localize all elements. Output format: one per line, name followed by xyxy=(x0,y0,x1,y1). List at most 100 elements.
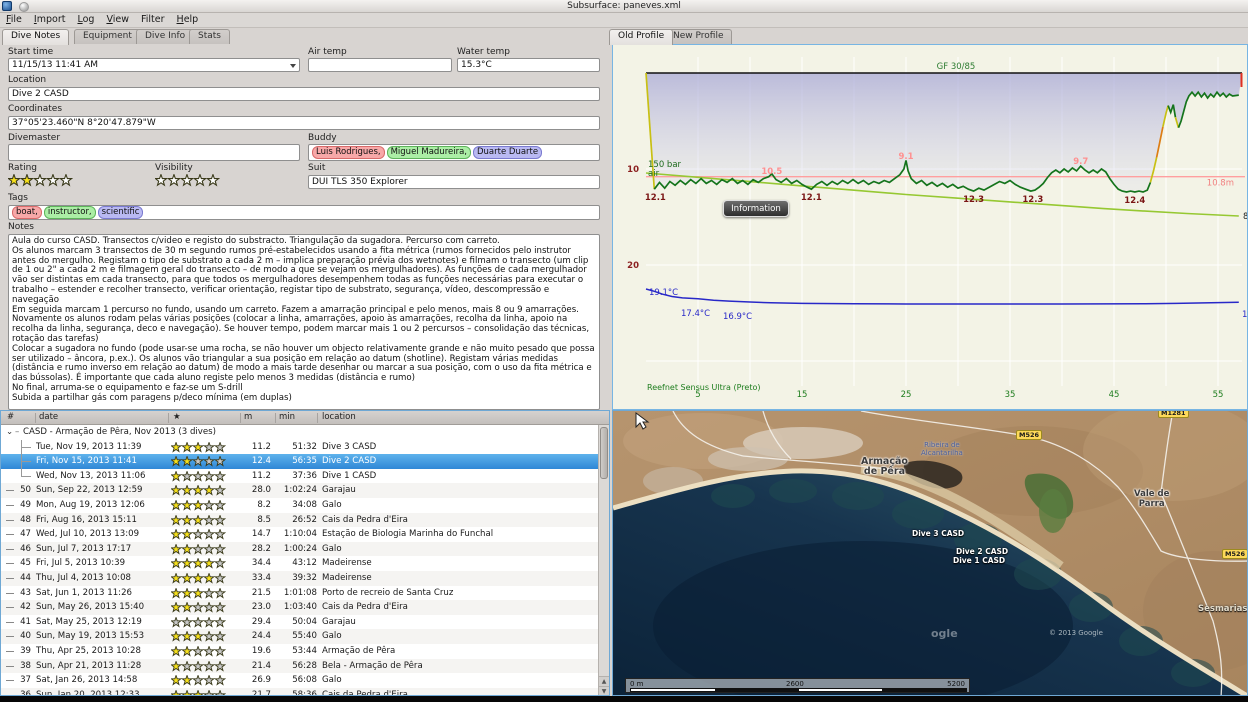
table-row[interactable]: 49Mon, Aug 19, 2013 12:068.234:08Galo xyxy=(1,498,599,513)
tab-dive-info[interactable]: Dive Info xyxy=(136,29,194,44)
column-separator[interactable] xyxy=(35,413,36,423)
dive-date: Sun, Sep 22, 2013 12:59 xyxy=(36,483,143,498)
dive-location: Cais da Pedra d'Eira xyxy=(322,688,408,696)
dive-location: Cais da Pedra d'Eira xyxy=(322,513,408,528)
column-separator[interactable] xyxy=(317,413,318,423)
water-temp-input[interactable]: 15.3°C xyxy=(457,58,600,72)
table-row[interactable]: 46Sun, Jul 7, 2013 17:1728.21:00:24Galo xyxy=(1,542,599,557)
dive-date: Sun, May 19, 2013 15:53 xyxy=(36,629,144,644)
table-row[interactable]: 39Thu, Apr 25, 2013 10:2819.653:44Armaçã… xyxy=(1,644,599,659)
dive-location: Dive 3 CASD xyxy=(322,440,376,455)
rating-label: Rating xyxy=(8,163,37,173)
menu-import[interactable]: Import xyxy=(28,13,72,28)
scrollbar-thumb[interactable] xyxy=(600,427,608,479)
information-button[interactable]: Information xyxy=(723,200,789,217)
map-scale-bar: 0 m 2600 5200 xyxy=(625,678,970,693)
menu-bar: FileImportLogViewFilterHelp xyxy=(0,13,1248,28)
pill-miguel-madureira[interactable]: Miguel Madureira, xyxy=(387,146,471,159)
column-separator[interactable] xyxy=(275,413,276,423)
table-row[interactable]: Tue, Nov 19, 2013 11:3911.251:32Dive 3 C… xyxy=(1,440,599,455)
svg-text:9.1: 9.1 xyxy=(898,152,913,162)
table-row[interactable]: 48Fri, Aug 16, 2013 15:118.526:52Cais da… xyxy=(1,513,599,528)
table-row[interactable]: Fri, Nov 15, 2013 11:4112.456:35Dive 2 C… xyxy=(1,454,599,469)
rating-stars[interactable] xyxy=(8,174,73,187)
menu-file[interactable]: File xyxy=(0,13,28,28)
pill-scientific[interactable]: scientific xyxy=(98,206,144,219)
suit-input[interactable]: DUI TLS 350 Explorer xyxy=(308,175,600,189)
svg-text:80: 80 xyxy=(1243,212,1247,222)
dive-site-marker[interactable]: Dive 3 CASD xyxy=(912,530,964,538)
svg-text:16.8°C: 16.8°C xyxy=(1242,310,1247,320)
scroll-up-icon[interactable]: ▲ xyxy=(599,676,609,686)
divemaster-input[interactable] xyxy=(8,144,300,161)
dive-list-panel: # date ★ m min location ⌄–CASD - Armação de P… xyxy=(0,410,610,696)
svg-text:17.4°C: 17.4°C xyxy=(681,309,710,319)
pill-duarte-duarte[interactable]: Duarte Duarte xyxy=(473,146,542,159)
menu-view[interactable]: View xyxy=(100,13,135,28)
column-separator[interactable] xyxy=(240,413,241,423)
column-header-4[interactable]: min xyxy=(279,412,295,422)
trip-row[interactable]: ⌄–CASD - Armação de Pêra, Nov 2013 (3 di… xyxy=(1,425,599,440)
water-temp-label: Water temp xyxy=(457,47,510,57)
table-row[interactable]: 41Sat, May 25, 2013 12:1929.450:04Garaja… xyxy=(1,615,599,630)
air-temp-input[interactable] xyxy=(308,58,452,72)
dive-site-marker[interactable]: Dive 1 CASD xyxy=(953,557,1005,565)
dive-duration: 51:32 xyxy=(273,440,317,455)
table-row[interactable]: 47Wed, Jul 10, 2013 13:0914.71:10:04Esta… xyxy=(1,527,599,542)
visibility-stars[interactable] xyxy=(155,174,220,187)
tab-old-profile[interactable]: Old Profile xyxy=(609,29,673,45)
dive-date: Wed, Jul 10, 2013 13:09 xyxy=(36,527,139,542)
menu-filter[interactable]: Filter xyxy=(135,13,171,28)
table-row[interactable]: 38Sun, Apr 21, 2013 11:2821.456:28Bela -… xyxy=(1,659,599,674)
table-row[interactable]: 43Sat, Jun 1, 2013 11:2621.51:01:08Porto… xyxy=(1,586,599,601)
column-header-1[interactable]: date xyxy=(39,412,58,422)
column-header-2[interactable]: ★ xyxy=(173,412,181,422)
menu-help[interactable]: Help xyxy=(171,13,205,28)
table-row[interactable]: 45Fri, Jul 5, 2013 10:3934.443:12Madeire… xyxy=(1,556,599,571)
column-header-0[interactable]: # xyxy=(7,412,14,422)
buddy-input[interactable]: Luis Rodrigues,Miguel Madureira,Duarte D… xyxy=(308,144,600,161)
pill-instructor[interactable]: instructor, xyxy=(44,206,96,219)
pill-luis-rodrigues[interactable]: Luis Rodrigues, xyxy=(312,146,385,159)
dive-duration: 1:10:04 xyxy=(273,527,317,542)
dive-site-map[interactable]: Armação de PêraVale de ParraRibeira de A… xyxy=(612,410,1248,696)
dive-date: Fri, Jul 5, 2013 10:39 xyxy=(36,556,125,571)
notes-textarea[interactable]: Aula do curso CASD. Transectos c/video e… xyxy=(8,234,600,410)
window-menu-icon[interactable] xyxy=(19,2,29,12)
road-badge: M526 xyxy=(1222,549,1248,559)
table-row[interactable]: 50Sun, Sep 22, 2013 12:5928.01:02:24Gara… xyxy=(1,483,599,498)
tab-dive-notes[interactable]: Dive Notes xyxy=(2,29,69,45)
menu-log[interactable]: Log xyxy=(71,13,100,28)
pill-boat[interactable]: boat, xyxy=(12,206,42,219)
dive-list-header[interactable]: # date ★ m min location xyxy=(1,411,609,425)
tags-input[interactable]: boat,instructor,scientific xyxy=(8,205,600,220)
dive-location: Madeirense xyxy=(322,571,372,586)
table-row[interactable]: 36Sun, Jan 20, 2013 12:3321.758:36Cais d… xyxy=(1,688,599,696)
dive-list-scrollbar[interactable]: ▲ ▼ xyxy=(598,425,609,696)
expander-icon[interactable]: ⌄ xyxy=(6,425,13,440)
coordinates-input[interactable]: 37°05'23.460"N 8°20'47.879"W xyxy=(8,116,600,130)
table-row[interactable]: 44Thu, Jul 4, 2013 10:0833.439:32Madeire… xyxy=(1,571,599,586)
svg-text:12.3: 12.3 xyxy=(963,195,984,205)
tab-new-profile[interactable]: New Profile xyxy=(664,29,732,44)
tab-stats[interactable]: Stats xyxy=(189,29,230,44)
dive-site-marker[interactable]: Dive 2 CASD xyxy=(956,548,1008,556)
tab-equipment[interactable]: Equipment xyxy=(74,29,141,44)
svg-text:GF 30/85: GF 30/85 xyxy=(937,62,976,72)
coordinates-label: Coordinates xyxy=(8,104,62,114)
dive-duration: 58:36 xyxy=(273,688,317,696)
table-row[interactable]: 37Sat, Jan 26, 2013 14:5826.956:08Galo xyxy=(1,673,599,688)
table-row[interactable]: Wed, Nov 13, 2013 11:0611.237:36Dive 1 C… xyxy=(1,469,599,484)
column-header-3[interactable]: m xyxy=(244,412,252,422)
location-input[interactable]: Dive 2 CASD xyxy=(8,87,600,101)
scroll-down-icon[interactable]: ▼ xyxy=(599,686,609,696)
dive-location: Galo xyxy=(322,629,342,644)
table-row[interactable]: 40Sun, May 19, 2013 15:5324.455:40Galo xyxy=(1,629,599,644)
dive-depth: 21.4 xyxy=(223,659,271,674)
map-place-label: Armação de Pêra xyxy=(861,457,908,477)
column-separator[interactable] xyxy=(168,413,169,423)
table-row[interactable]: 42Sun, May 26, 2013 15:4023.01:03:40Cais… xyxy=(1,600,599,615)
start-time-combobox[interactable]: 11/15/13 11:41 AM xyxy=(8,58,300,72)
column-header-5[interactable]: location xyxy=(322,412,356,422)
window-titlebar[interactable]: Subsurface: paneves.xml xyxy=(0,0,1248,13)
